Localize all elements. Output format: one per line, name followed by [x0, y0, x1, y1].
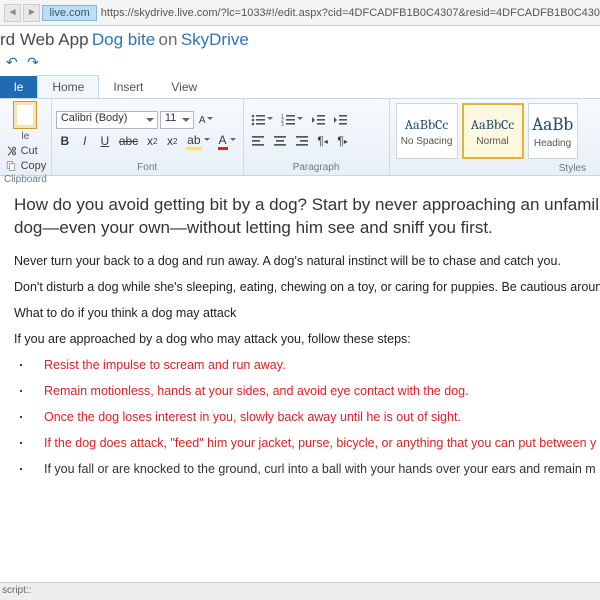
title-on: on: [159, 30, 178, 49]
style-gallery: AaBbCc No Spacing AaBbCc Normal AaBb Hea…: [394, 101, 596, 161]
group-font: Calibri (Body) 11 A B I U abc x2 x2 ab A…: [52, 99, 244, 175]
text-direction-button[interactable]: ¶◂: [314, 132, 332, 150]
grow-shrink-font-button[interactable]: A: [196, 111, 217, 129]
align-center-button[interactable]: [270, 132, 290, 150]
bullets-icon: [251, 114, 265, 126]
style-no-spacing[interactable]: AaBbCc No Spacing: [396, 103, 458, 159]
font-family-select[interactable]: Calibri (Body): [56, 111, 158, 129]
tab-insert[interactable]: Insert: [99, 76, 157, 98]
nav-forward-button[interactable]: ►: [23, 4, 40, 22]
status-bar: script::: [0, 582, 600, 600]
indent-icon: [333, 114, 347, 126]
numbering-button[interactable]: 123: [278, 111, 306, 129]
group-paragraph: 123 ¶◂ ¶▸ Paragraph: [244, 99, 390, 175]
numbering-icon: 123: [281, 114, 295, 126]
copy-button[interactable]: Copy: [5, 160, 47, 172]
align-right-button[interactable]: [292, 132, 312, 150]
body-paragraph[interactable]: If you are approached by a dog who may a…: [14, 332, 600, 346]
underline-button[interactable]: U: [96, 132, 114, 150]
url-domain-badge[interactable]: live.com: [42, 5, 96, 21]
ribbon: le Cut Copy Clipboard Calibri (Body) 11 …: [0, 98, 600, 176]
style-heading[interactable]: AaBb Heading: [528, 103, 578, 159]
app-name: rd Web App: [0, 30, 89, 49]
group-label-styles: Styles: [394, 161, 596, 176]
bullets-button[interactable]: [248, 111, 276, 129]
style-normal[interactable]: AaBbCc Normal: [462, 103, 524, 159]
align-left-button[interactable]: [248, 132, 268, 150]
address-bar: ◄ ► live.com https://skydrive.live.com/?…: [0, 0, 600, 26]
group-clipboard: le Cut Copy Clipboard: [0, 99, 52, 175]
intro-paragraph[interactable]: How do you avoid getting bit by a dog? S…: [14, 194, 600, 240]
group-label-clipboard: Clipboard: [4, 172, 47, 187]
font-size-select[interactable]: 11: [160, 111, 194, 129]
paste-icon: [13, 101, 37, 129]
group-styles: AaBbCc No Spacing AaBbCc Normal AaBb Hea…: [390, 99, 600, 175]
nav-back-button[interactable]: ◄: [4, 4, 21, 22]
group-label-paragraph: Paragraph: [248, 160, 385, 175]
superscript-button[interactable]: x2: [163, 132, 181, 150]
copy-icon: [5, 160, 17, 172]
body-paragraph[interactable]: Never turn your back to a dog and run aw…: [14, 254, 600, 268]
url-text[interactable]: https://skydrive.live.com/?lc=1033#!/edi…: [101, 7, 600, 19]
quick-access-toolbar: ↶ ↷: [0, 52, 600, 75]
list-item[interactable]: If the dog does attack, "feed" him your …: [14, 436, 600, 450]
steps-list: Resist the impulse to scream and run awa…: [14, 358, 600, 476]
bold-button[interactable]: B: [56, 132, 74, 150]
list-item[interactable]: Remain motionless, hands at your sides, …: [14, 384, 600, 398]
list-item[interactable]: Resist the impulse to scream and run awa…: [14, 358, 600, 372]
align-right-icon: [295, 135, 309, 147]
app-title-bar: rd Web App Dog bite on SkyDrive: [0, 26, 600, 52]
indent-button[interactable]: [330, 111, 350, 129]
highlight-button[interactable]: ab: [183, 132, 212, 150]
svg-text:3: 3: [281, 122, 284, 126]
font-color-button[interactable]: A: [215, 132, 239, 150]
italic-button[interactable]: I: [76, 132, 94, 150]
tab-file[interactable]: le: [0, 76, 37, 98]
tab-view[interactable]: View: [157, 76, 211, 98]
redo-button[interactable]: ↷: [27, 54, 39, 70]
list-item[interactable]: Once the dog loses interest in you, slow…: [14, 410, 600, 424]
cut-button[interactable]: Cut: [5, 145, 47, 157]
align-left-icon: [251, 135, 265, 147]
strike-button[interactable]: abc: [116, 132, 141, 150]
paste-button[interactable]: le: [10, 101, 40, 142]
group-label-font: Font: [56, 160, 239, 175]
text-direction-rtl-button[interactable]: ¶▸: [334, 132, 352, 150]
undo-button[interactable]: ↶: [6, 54, 18, 70]
outdent-icon: [311, 114, 325, 126]
scissors-icon: [5, 145, 17, 157]
service-link[interactable]: SkyDrive: [181, 30, 249, 49]
document-body[interactable]: How do you avoid getting bit by a dog? S…: [0, 176, 600, 506]
list-item[interactable]: If you fall or are knocked to the ground…: [14, 462, 600, 476]
document-title-link[interactable]: Dog bite: [92, 30, 155, 49]
body-paragraph[interactable]: Don't disturb a dog while she's sleeping…: [14, 280, 600, 294]
align-center-icon: [273, 135, 287, 147]
outdent-button[interactable]: [308, 111, 328, 129]
tab-home[interactable]: Home: [37, 75, 99, 98]
subscript-button[interactable]: x2: [143, 132, 161, 150]
ribbon-tabs: le Home Insert View: [0, 75, 600, 98]
body-paragraph[interactable]: What to do if you think a dog may attack: [14, 306, 600, 320]
